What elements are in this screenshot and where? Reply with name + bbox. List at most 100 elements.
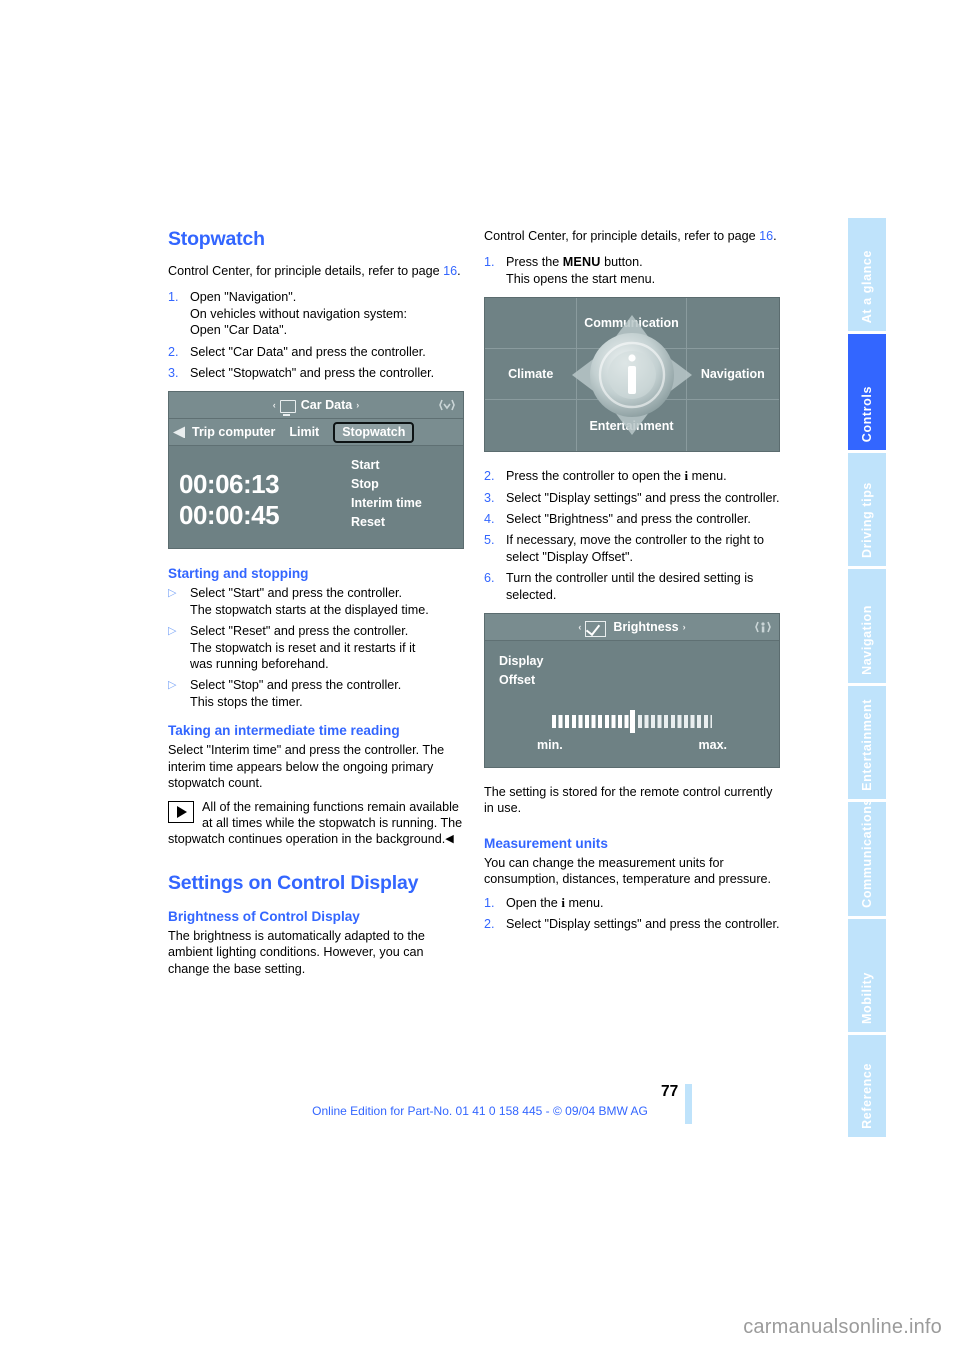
list-item: 2. Press the controller to open the i me… bbox=[484, 468, 780, 484]
checkmark-box-icon bbox=[585, 621, 607, 638]
brightness-slider[interactable]: min. max. bbox=[485, 710, 779, 753]
menu-item-reset[interactable]: Reset bbox=[351, 513, 463, 532]
slider-track[interactable] bbox=[552, 710, 712, 734]
step-text: Press the controller to open the i menu. bbox=[506, 468, 780, 484]
step-number: 5. bbox=[484, 533, 495, 548]
chevron-left-icon[interactable]: ‹ bbox=[578, 619, 581, 635]
step-text: Select "Display settings" and press the … bbox=[506, 490, 780, 505]
page-reference-link[interactable]: 16 bbox=[443, 264, 457, 278]
step-text-post: menu. bbox=[688, 469, 727, 484]
tab-label: At a glance bbox=[860, 250, 874, 324]
stopwatch-readout: 00:06:13 00:00:45 bbox=[169, 452, 351, 548]
start-menu-cell-navigation[interactable]: Navigation bbox=[686, 349, 779, 401]
slider-knob[interactable] bbox=[629, 710, 635, 734]
step-text: If necessary, move the controller to the… bbox=[506, 533, 765, 564]
tab-entertainment[interactable]: Entertainment bbox=[848, 685, 886, 800]
menu-item-interim-time[interactable]: Interim time bbox=[351, 494, 463, 513]
list-item: 1. Press the MENU button. This opens the… bbox=[484, 254, 780, 287]
control-display-screen: ‹ Car Data › Trip computer Limit Stopwat… bbox=[168, 391, 464, 550]
stopwatch-interim-time: 00:00:45 bbox=[179, 500, 280, 531]
list-item: 2. Select "Display settings" and press t… bbox=[484, 916, 780, 932]
step-number: 2. bbox=[168, 344, 179, 359]
step-text-pre: Open the bbox=[506, 895, 562, 910]
subsection-title-starting-stopping: Starting and stopping bbox=[168, 566, 309, 582]
manual-page: At a glance Controls Driving tips Naviga… bbox=[0, 0, 960, 1358]
list-item: 1. Open the i menu. bbox=[484, 895, 780, 911]
step-text-pre: Press the controller to open the bbox=[506, 469, 685, 484]
subsection-title-interim-reading: Taking an intermediate time reading bbox=[168, 723, 400, 739]
page-title: Stopwatch bbox=[168, 228, 265, 250]
cell-label: Communication bbox=[584, 316, 679, 331]
left-intro-period: . bbox=[457, 264, 461, 278]
list-item: 6. Turn the controller until the desired… bbox=[484, 570, 780, 603]
tab-reference[interactable]: Reference bbox=[848, 1035, 886, 1137]
tab-at-a-glance[interactable]: At a glance bbox=[848, 218, 886, 332]
menu-item-start[interactable]: Start bbox=[351, 456, 463, 475]
start-menu-cell-communication[interactable]: Communication bbox=[577, 298, 687, 350]
start-menu-cell-empty bbox=[485, 400, 578, 452]
triangle-bullet-icon: ▷ bbox=[168, 625, 177, 638]
tab-label: Entertainment bbox=[860, 699, 874, 792]
start-menu-cell-empty bbox=[687, 400, 779, 451]
bullet-text: Select "Stop" and press the controller. … bbox=[190, 678, 402, 709]
back-arrow-icon[interactable] bbox=[173, 426, 185, 439]
figure-car-data-stopwatch: ‹ Car Data › Trip computer Limit Stopwat… bbox=[168, 391, 464, 550]
interim-reading-paragraph: Select "Interim time" and press the cont… bbox=[168, 743, 445, 791]
triangle-bullet-icon: ▷ bbox=[168, 587, 177, 600]
after-brightness-paragraph: The setting is stored for the remote con… bbox=[484, 785, 773, 816]
stopwatch-primary-time: 00:06:13 bbox=[179, 469, 280, 500]
option-display[interactable]: Display bbox=[499, 652, 543, 671]
chevron-right-icon[interactable]: › bbox=[683, 619, 686, 635]
list-item: ▷ Select "Reset" and press the controlle… bbox=[168, 623, 464, 672]
step-number: 3. bbox=[484, 490, 495, 505]
chevron-left-icon[interactable]: ‹ bbox=[273, 397, 276, 413]
screen-tab-trip-computer[interactable]: Trip computer bbox=[192, 424, 275, 440]
step-text: Select "Display settings" and press the … bbox=[506, 917, 780, 932]
screen-tab-limit[interactable]: Limit bbox=[289, 424, 319, 440]
figure-brightness-screen: ‹ Brightness › Display Offset min. max. bbox=[484, 613, 780, 769]
right-intro-paragraph: Control Center, for principle details, r… bbox=[484, 228, 780, 244]
chevron-right-icon[interactable]: › bbox=[356, 397, 359, 413]
subsection-title-brightness: Brightness of Control Display bbox=[168, 908, 360, 924]
tab-label: Navigation bbox=[860, 604, 874, 675]
triangle-bullet-icon: ▷ bbox=[168, 679, 177, 692]
page-reference-link[interactable]: 16 bbox=[759, 229, 773, 243]
brightness-screen: ‹ Brightness › Display Offset min. max. bbox=[484, 613, 780, 769]
tab-mobility[interactable]: Mobility bbox=[848, 918, 886, 1033]
step-number: 2. bbox=[484, 917, 495, 932]
screen-tab-stopwatch[interactable]: Stopwatch bbox=[333, 422, 415, 443]
step-text: Select "Car Data" and press the controll… bbox=[190, 344, 426, 359]
tab-communications[interactable]: Communications bbox=[848, 802, 886, 916]
right-step-list-bottom: 2. Press the controller to open the i me… bbox=[484, 468, 780, 603]
tab-driving-tips[interactable]: Driving tips bbox=[848, 452, 886, 567]
screen-titlebar: ‹ Brightness › bbox=[485, 614, 779, 642]
step-text: Press the MENU button. This opens the st… bbox=[506, 254, 780, 287]
measurement-units-steps: 1. Open the i menu. 2. Select "Display s… bbox=[484, 895, 780, 933]
list-item: 5. If necessary, move the controller to … bbox=[484, 532, 780, 565]
step-number: 6. bbox=[484, 571, 495, 586]
tab-label: Reference bbox=[860, 1063, 874, 1129]
menu-item-stop[interactable]: Stop bbox=[351, 475, 463, 494]
cell-label: Climate bbox=[508, 367, 554, 382]
left-text-column: Stopwatch Control Center, for principle … bbox=[168, 228, 464, 987]
bullet-text: Select "Start" and press the controller.… bbox=[190, 586, 429, 617]
option-offset[interactable]: Offset bbox=[499, 671, 543, 690]
right-intro-line1: Control Center, for principle details, r… bbox=[484, 229, 725, 243]
tab-label: Mobility bbox=[860, 972, 874, 1025]
section-title-settings: Settings on Control Display bbox=[168, 871, 419, 894]
start-menu-screen: Communication Climate Navigation Enterta… bbox=[484, 297, 780, 453]
left-intro-line1: Control Center, for principle details, r… bbox=[168, 264, 409, 278]
cell-label: Entertainment bbox=[589, 418, 674, 433]
tab-controls[interactable]: Controls bbox=[848, 334, 886, 450]
step-text-post: menu. bbox=[564, 895, 604, 910]
page-footer: Online Edition for Part-No. 01 41 0 158 … bbox=[0, 1104, 960, 1118]
start-menu-cell-entertainment[interactable]: Entertainment bbox=[577, 400, 687, 452]
figure-start-menu: Communication Climate Navigation Enterta… bbox=[484, 297, 780, 453]
tab-navigation[interactable]: Navigation bbox=[848, 569, 886, 683]
list-item: 1. Open "Navigation". On vehicles withou… bbox=[168, 289, 464, 338]
page-number: 77 bbox=[661, 1083, 679, 1100]
step-text-pre: Press the bbox=[506, 255, 563, 270]
start-menu-cell-center bbox=[577, 349, 687, 401]
right-text-column: Control Center, for principle details, r… bbox=[484, 228, 780, 943]
start-menu-cell-climate[interactable]: Climate bbox=[485, 349, 578, 401]
